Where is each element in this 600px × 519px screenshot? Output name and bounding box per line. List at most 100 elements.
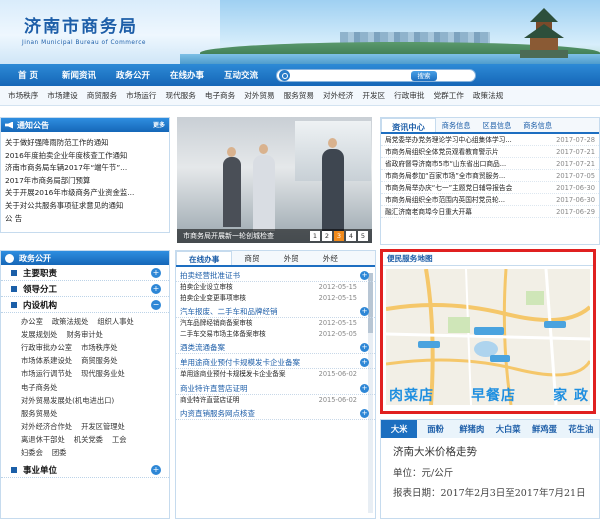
map-category-housekeeping[interactable]: 家 政 bbox=[553, 385, 589, 405]
tab-online-service[interactable]: 在线办事 bbox=[176, 251, 233, 265]
map-category-breakfast[interactable]: 早餐店 bbox=[471, 385, 516, 405]
service-section[interactable]: 汽车报废、二手车和品牌经销 + bbox=[176, 305, 375, 318]
tab-commerce-info[interactable]: 商务信息 bbox=[436, 118, 477, 132]
department-link[interactable]: 对外贸易发展处(机电进出口) bbox=[21, 396, 114, 406]
news-item-title[interactable]: 市商务局参加“百家市场”全市商贸服务... bbox=[385, 170, 505, 181]
service-item[interactable]: 单用途商业预付卡规模发卡企业备案 2015-06-02 bbox=[176, 369, 375, 380]
gov-category-label[interactable]: 内设机构 bbox=[23, 299, 57, 311]
tab-district-info[interactable]: 区县信息 bbox=[477, 118, 518, 132]
department-link[interactable]: 发展规划处 bbox=[21, 330, 57, 340]
news-item[interactable]: 省政府督导济南市5市“山东省出口商品... 2017-07-21 bbox=[381, 158, 599, 170]
notice-item[interactable]: 济南市商务局车辆2017年“端午节”... bbox=[5, 162, 169, 175]
subnav-item[interactable]: 现代服务 bbox=[166, 90, 196, 101]
department-link[interactable]: 机关党委 bbox=[74, 435, 103, 445]
service-section-title[interactable]: 单用途商业预付卡规模发卡企业备案 bbox=[180, 358, 300, 367]
department-link[interactable]: 市场运行调节处 bbox=[21, 369, 72, 379]
service-section-title[interactable]: 拍卖经营批准证书 bbox=[180, 271, 240, 280]
news-item-title[interactable]: 局党委举办党务理论学习中心组集体学习... bbox=[385, 134, 512, 145]
carousel-page-button-active[interactable]: 3 bbox=[334, 231, 344, 241]
photo-carousel[interactable]: 市商务局开展新一轮创城检查 1 2 3 4 5 bbox=[177, 117, 372, 243]
expand-icon[interactable]: + bbox=[151, 465, 161, 476]
department-link[interactable]: 离退休干部处 bbox=[21, 435, 65, 445]
tab-trade[interactable]: 商贸 bbox=[232, 251, 271, 265]
department-link[interactable]: 行政审批办公室 bbox=[21, 343, 72, 353]
service-item[interactable]: 拍卖企业变更事项审核 2012-05-15 bbox=[176, 293, 375, 304]
subnav-item[interactable]: 服务贸易 bbox=[284, 90, 314, 101]
search-button[interactable]: 搜索 bbox=[411, 71, 437, 81]
map-category-meat-veg[interactable]: 肉菜店 bbox=[389, 385, 434, 405]
tab-commerce-info-2[interactable]: 商务信息 bbox=[517, 118, 558, 132]
carousel-page-button[interactable]: 5 bbox=[358, 231, 368, 241]
scrollbar-thumb[interactable] bbox=[368, 273, 373, 333]
subnav-item[interactable]: 对外经济 bbox=[323, 90, 353, 101]
service-section[interactable]: 单用途商业预付卡规模发卡企业备案 + bbox=[176, 356, 375, 369]
subnav-item[interactable]: 电子商务 bbox=[205, 90, 235, 101]
department-link[interactable]: 市场体系建设处 bbox=[21, 356, 72, 366]
carousel-page-button[interactable]: 1 bbox=[310, 231, 320, 241]
service-section[interactable]: 拍卖经营批准证书 + bbox=[176, 269, 375, 282]
service-item-title[interactable]: 单用途商业预付卡规模发卡企业备案 bbox=[180, 369, 286, 380]
notice-item[interactable]: 关于对公共服务事项征求意见的通知 bbox=[5, 200, 169, 213]
service-item-title[interactable]: 拍卖企业变更事项审核 bbox=[180, 293, 246, 304]
department-link[interactable]: 现代服务业处 bbox=[81, 369, 125, 379]
department-link[interactable]: 服务贸易处 bbox=[21, 409, 57, 419]
subnav-item[interactable]: 市场运行 bbox=[126, 90, 156, 101]
department-link[interactable]: 电子商务处 bbox=[21, 383, 57, 393]
gov-category[interactable]: 内设机构 − bbox=[1, 297, 169, 313]
tab-flour[interactable]: 面粉 bbox=[417, 420, 453, 438]
service-item-title[interactable]: 拍卖企业设立审核 bbox=[180, 282, 233, 293]
service-section-title[interactable]: 内资直销服务网点核查 bbox=[180, 409, 255, 418]
site-title[interactable]: 济南市商务局 bbox=[24, 12, 138, 37]
nav-online-service[interactable]: 在线办事 bbox=[152, 69, 206, 81]
news-item-title[interactable]: 市商务局举办庆“七一”主题党日辅导报告会 bbox=[385, 182, 512, 193]
department-link[interactable]: 妇委会 bbox=[21, 448, 43, 458]
service-map-title[interactable]: 便民服务地图 bbox=[383, 252, 593, 266]
service-item[interactable]: 商业特许直营店证明 2015-06-02 bbox=[176, 395, 375, 406]
notice-item[interactable]: 2016年度拍卖企业年度核查工作通知 bbox=[5, 150, 169, 163]
notice-more-link[interactable]: 更多 bbox=[153, 120, 165, 129]
department-link[interactable]: 团委 bbox=[52, 448, 67, 458]
tab-foreign-economy[interactable]: 外经 bbox=[311, 251, 350, 265]
service-section[interactable]: 内资直销服务网点核查 + bbox=[176, 407, 375, 420]
tab-peanut-oil[interactable]: 花生油 bbox=[563, 420, 599, 438]
gov-category[interactable]: 主要职责 + bbox=[1, 265, 169, 281]
carousel-page-button[interactable]: 2 bbox=[322, 231, 332, 241]
gov-category-label[interactable]: 主要职责 bbox=[23, 267, 57, 279]
nav-gov-open[interactable]: 政务公开 bbox=[98, 69, 152, 81]
service-item[interactable]: 拍卖企业设立审核 2012-05-15 bbox=[176, 282, 375, 293]
news-item-title[interactable]: 市商务局组织全市范围内英国村党员轮... bbox=[385, 194, 505, 205]
subnav-item[interactable]: 对外贸易 bbox=[244, 90, 274, 101]
news-item-title[interactable]: 市商务局组织全体党员观看教育警示片 bbox=[385, 146, 499, 157]
subnav-item[interactable]: 党群工作 bbox=[434, 90, 464, 101]
department-link[interactable]: 组织人事处 bbox=[97, 317, 133, 327]
notice-item[interactable]: 关于做好强降雨防范工作的通知 bbox=[5, 137, 169, 150]
subnav-item[interactable]: 商贸服务 bbox=[87, 90, 117, 101]
subnav-item[interactable]: 开发区 bbox=[362, 90, 385, 101]
service-section[interactable]: 商业特许直营店证明 + bbox=[176, 382, 375, 395]
tab-cabbage[interactable]: 大白菜 bbox=[490, 420, 526, 438]
department-link[interactable]: 政策法规处 bbox=[52, 317, 88, 327]
search-input[interactable] bbox=[294, 70, 404, 81]
news-item-title[interactable]: 融汇济南老商埠今日重大开幕 bbox=[385, 206, 472, 217]
service-section-title[interactable]: 商业特许直营店证明 bbox=[180, 384, 248, 393]
department-link[interactable]: 商贸服务处 bbox=[81, 356, 117, 366]
tab-news-center[interactable]: 资讯中心 bbox=[381, 118, 436, 132]
notice-item[interactable]: 2017年市商务局部门预算 bbox=[5, 175, 169, 188]
department-link[interactable]: 市场秩序处 bbox=[81, 343, 117, 353]
tab-egg[interactable]: 鲜鸡蛋 bbox=[526, 420, 562, 438]
service-section-title[interactable]: 汽车报废、二手车和品牌经销 bbox=[180, 307, 278, 316]
news-item[interactable]: 局党委举办党务理论学习中心组集体学习... 2017-07-28 bbox=[381, 134, 599, 146]
service-section[interactable]: 酒类流通备案 + bbox=[176, 341, 375, 354]
expand-icon[interactable]: + bbox=[360, 409, 369, 418]
subnav-item[interactable]: 市场建设 bbox=[47, 90, 77, 101]
department-link[interactable]: 对外经济合作处 bbox=[21, 422, 72, 432]
department-link[interactable]: 财务审计处 bbox=[66, 330, 102, 340]
subnav-item[interactable]: 行政审批 bbox=[394, 90, 424, 101]
nav-news[interactable]: 新闻资讯 bbox=[44, 69, 98, 81]
expand-icon[interactable]: + bbox=[360, 343, 369, 352]
expand-icon[interactable]: + bbox=[360, 271, 369, 280]
subnav-item[interactable]: 市场秩序 bbox=[8, 90, 38, 101]
news-item[interactable]: 融汇济南老商埠今日重大开幕 2017-06-29 bbox=[381, 206, 599, 218]
gov-category[interactable]: 领导分工 + bbox=[1, 281, 169, 297]
gov-category[interactable]: 事业单位 + bbox=[1, 462, 169, 479]
